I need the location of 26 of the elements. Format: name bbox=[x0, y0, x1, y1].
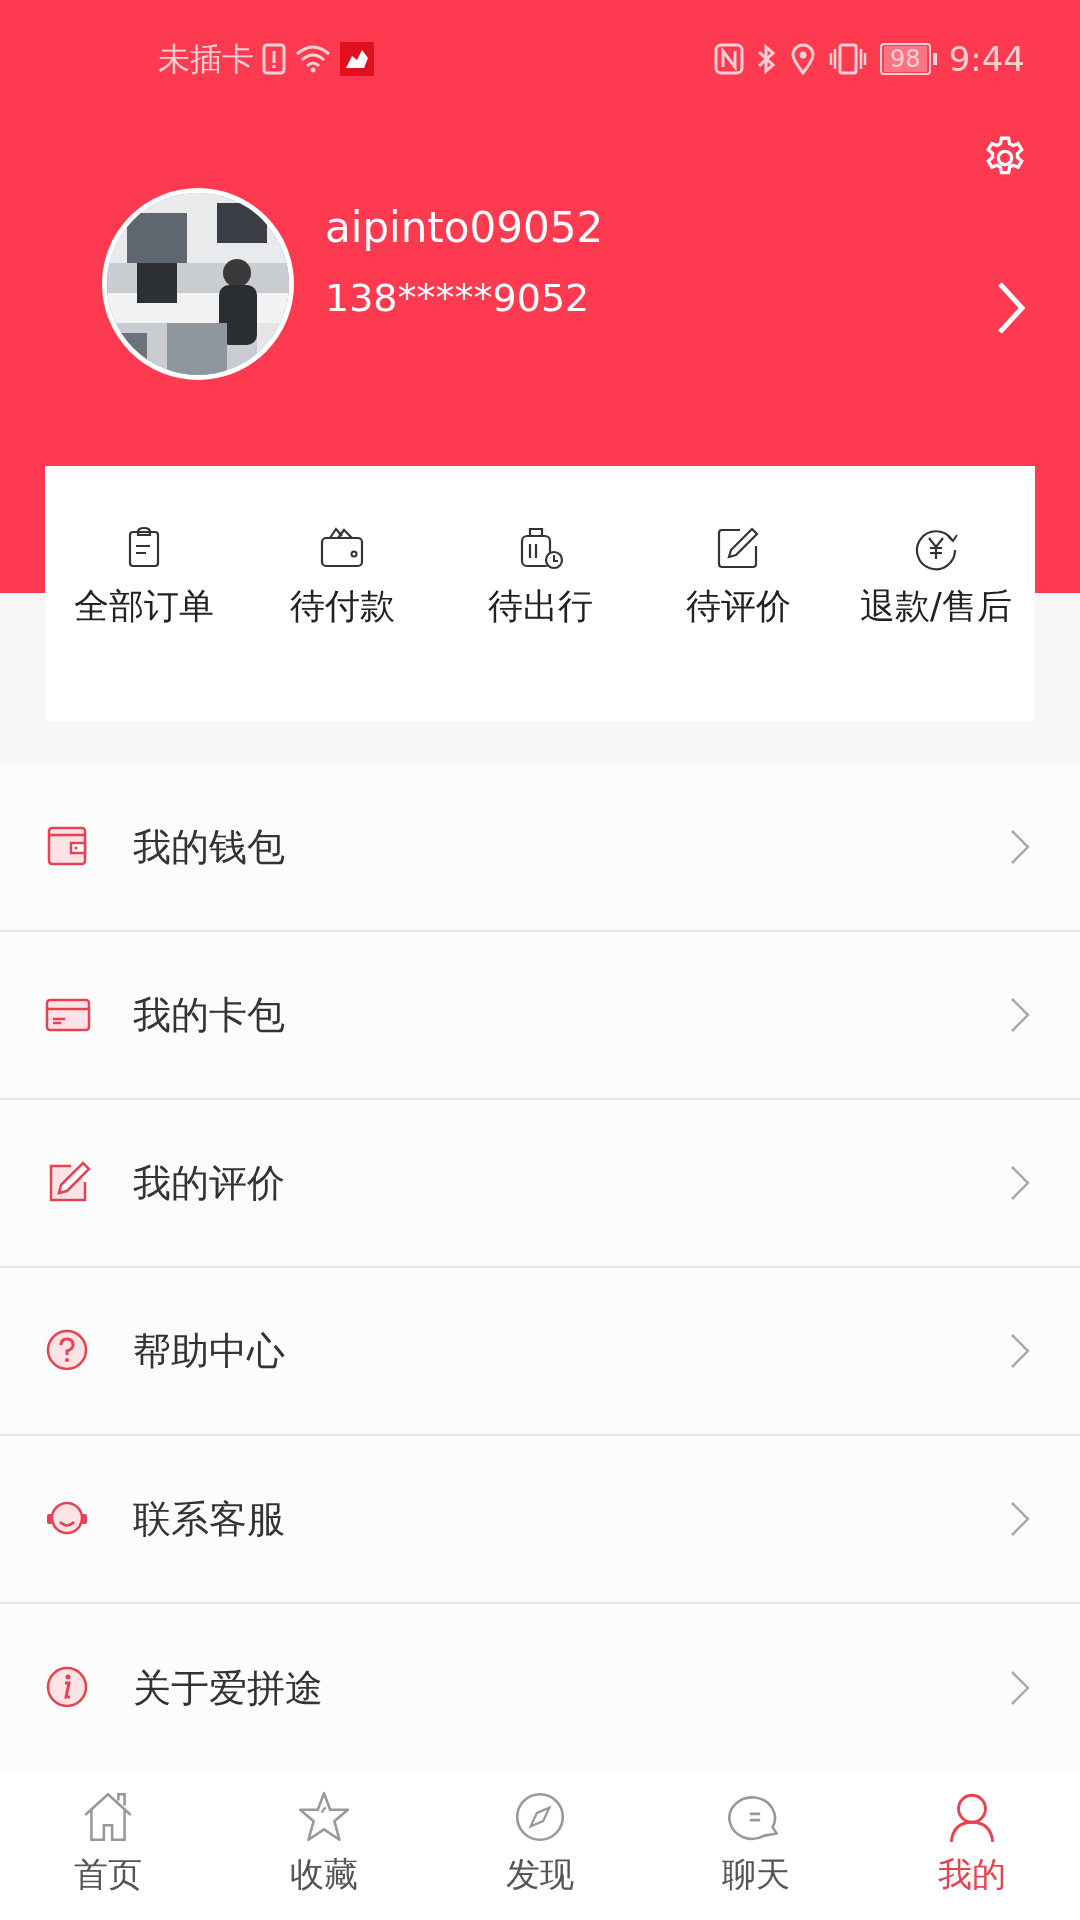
app-notification-icon bbox=[340, 42, 374, 77]
vibrate-icon bbox=[828, 43, 869, 76]
clock-time: 9:44 bbox=[948, 37, 1025, 81]
menu-item[interactable]: 帮助中心 bbox=[0, 1268, 1080, 1437]
carrier-text: 未插卡 bbox=[158, 39, 254, 81]
nav-tab[interactable]: 发现 bbox=[432, 1772, 648, 1920]
menu-item[interactable]: 我的卡包 bbox=[0, 932, 1080, 1101]
menu-item[interactable]: 我的评价 bbox=[0, 1100, 1080, 1269]
order-status-button[interactable]: 待出行 bbox=[441, 523, 639, 644]
nav-tab[interactable]: 首页 bbox=[0, 1772, 216, 1920]
location-icon bbox=[790, 43, 817, 76]
order-status-button[interactable]: 待付款 bbox=[243, 523, 441, 644]
phone-number: 138*****9052 bbox=[325, 275, 591, 322]
menu-item[interactable]: 联系客服 bbox=[0, 1436, 1080, 1605]
menu-item[interactable]: 关于爱拼途 bbox=[0, 1604, 1080, 1773]
menu-item[interactable]: 我的钱包 bbox=[0, 764, 1080, 933]
order-status-button[interactable]: 待评价 bbox=[639, 523, 837, 644]
nfc-icon bbox=[714, 43, 745, 76]
order-status-button[interactable]: 退款/售后 bbox=[837, 523, 1035, 644]
nav-tab[interactable]: 收藏 bbox=[216, 1772, 432, 1920]
wifi-icon bbox=[294, 44, 332, 75]
nav-tab[interactable]: 聊天 bbox=[648, 1772, 864, 1920]
nav-tab[interactable]: 我的 bbox=[864, 1772, 1080, 1920]
order-status-button[interactable]: 全部订单 bbox=[45, 523, 243, 644]
username: aipinto09052 bbox=[325, 203, 604, 254]
sim-alert-icon bbox=[262, 43, 286, 76]
